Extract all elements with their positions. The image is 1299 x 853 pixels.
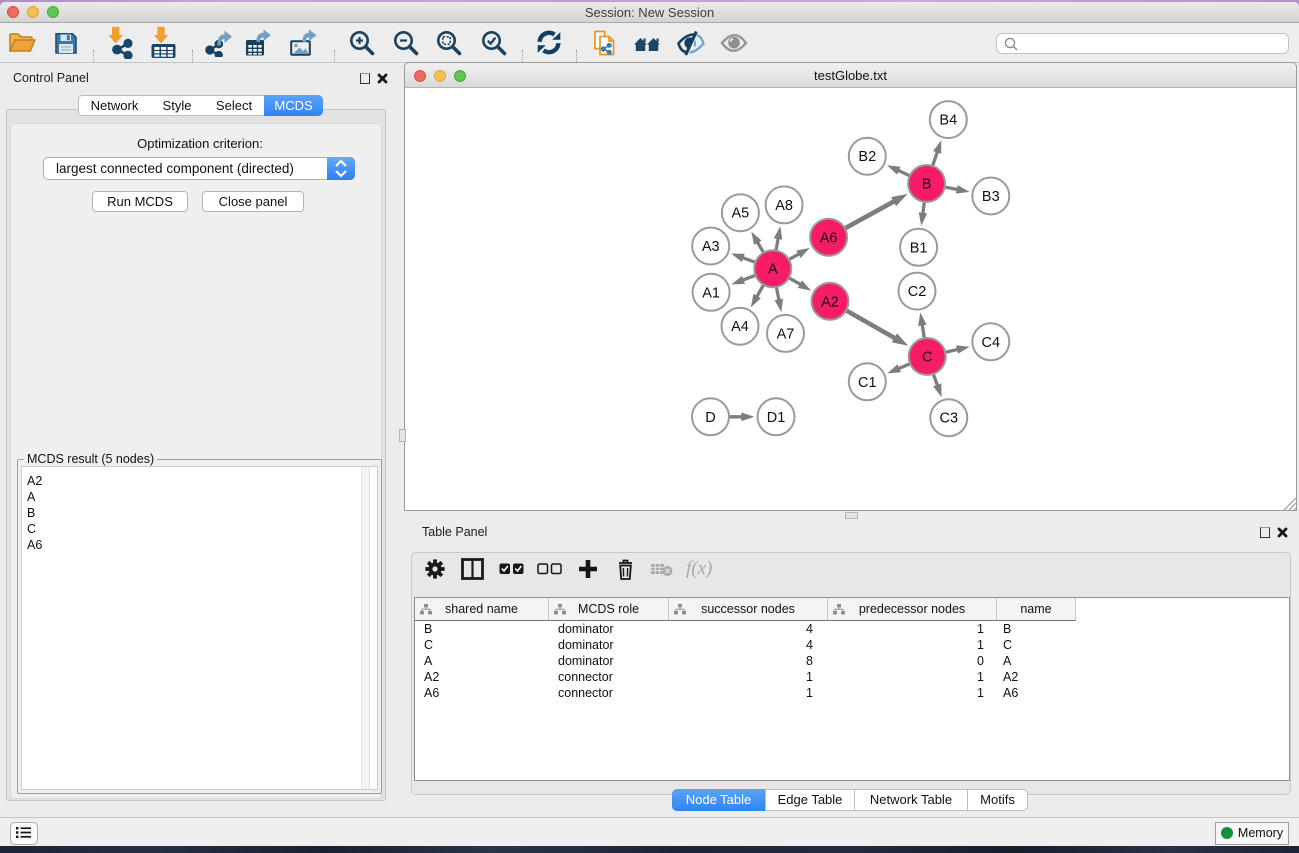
svg-text:A3: A3 <box>702 239 720 255</box>
svg-text:A1: A1 <box>702 285 720 301</box>
svg-text:A5: A5 <box>732 206 750 222</box>
svg-text:C1: C1 <box>858 375 877 391</box>
svg-text:B4: B4 <box>939 113 957 129</box>
svg-text:C2: C2 <box>908 284 927 300</box>
svg-text:D: D <box>705 410 715 426</box>
svg-text:B: B <box>922 177 932 193</box>
svg-text:A6: A6 <box>820 230 838 246</box>
svg-text:D1: D1 <box>767 410 786 426</box>
svg-text:B2: B2 <box>858 149 876 165</box>
svg-text:A2: A2 <box>821 294 839 310</box>
svg-text:C3: C3 <box>940 411 959 427</box>
svg-text:B3: B3 <box>982 189 1000 205</box>
svg-text:A7: A7 <box>777 326 795 342</box>
svg-text:A8: A8 <box>775 198 793 214</box>
svg-text:C: C <box>922 350 932 366</box>
svg-text:A: A <box>768 262 778 278</box>
svg-text:A4: A4 <box>731 319 749 335</box>
svg-text:B1: B1 <box>910 240 928 256</box>
svg-text:C4: C4 <box>982 335 1001 351</box>
